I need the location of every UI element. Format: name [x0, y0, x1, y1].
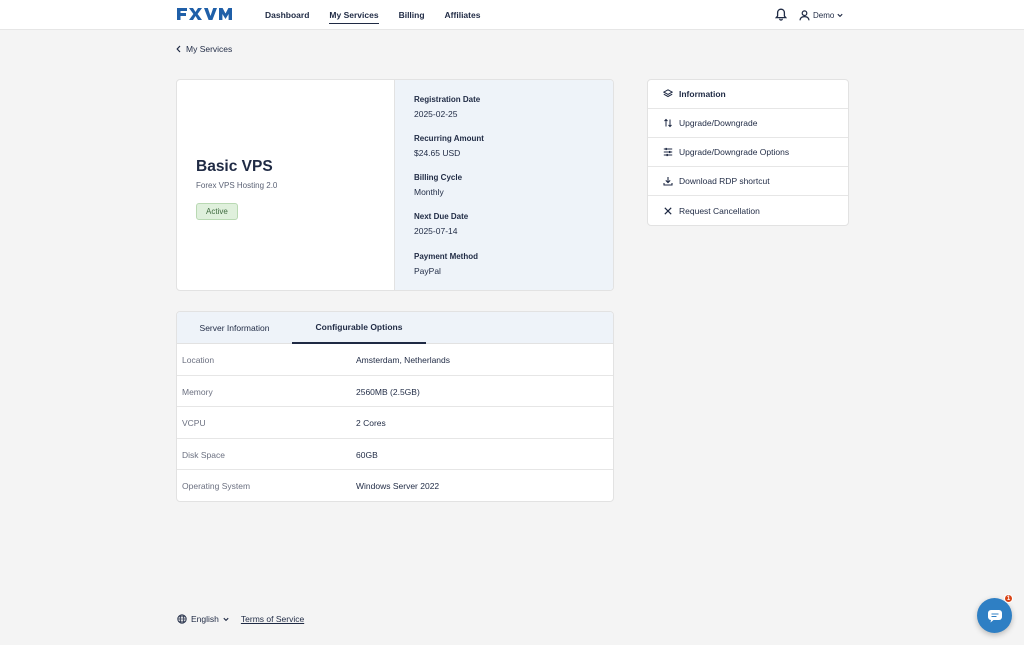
user-menu[interactable]: Demo [799, 8, 843, 22]
tab-configurable-options[interactable]: Configurable Options [292, 312, 426, 344]
chat-launcher-button[interactable] [977, 598, 1012, 633]
chat-unread-badge: 1 [1004, 594, 1013, 603]
download-icon [663, 177, 673, 186]
table-row: VCPU 2 Cores [177, 407, 613, 439]
main-nav: Dashboard My Services Billing Affiliates [265, 0, 500, 30]
configurable-options-table: Location Amsterdam, Netherlands Memory 2… [177, 344, 613, 501]
user-icon [799, 9, 810, 20]
top-navigation-bar: Dashboard My Services Billing Affiliates… [0, 0, 1024, 30]
sidebar-item-upgrade-downgrade[interactable]: Upgrade/Downgrade [648, 109, 848, 138]
page-footer: English Terms of Service [177, 614, 304, 624]
terms-of-service-link[interactable]: Terms of Service [241, 614, 304, 624]
next-due-date-field: Next Due Date 2025-07-14 [414, 212, 469, 236]
back-to-my-services-link[interactable]: My Services [176, 44, 232, 54]
table-row: Operating System Windows Server 2022 [182, 481, 440, 492]
registration-date-field: Registration Date 2025-02-25 [414, 95, 481, 119]
nav-billing[interactable]: Billing [399, 0, 425, 30]
table-row: Memory 2560MB (2.5GB) [177, 376, 613, 408]
brand-logo[interactable] [176, 6, 234, 22]
chevron-left-icon [176, 45, 181, 53]
arrows-updown-icon [664, 118, 672, 128]
nav-affiliates[interactable]: Affiliates [445, 0, 481, 30]
table-row: Location Amsterdam, Netherlands [177, 344, 613, 376]
sidebar-item-information[interactable]: Information [648, 80, 848, 109]
sidebar-item-download-rdp[interactable]: Download RDP shortcut [648, 167, 848, 196]
product-details: Registration Date 2025-02-25 Recurring A… [395, 80, 613, 290]
user-name: Demo [813, 10, 835, 20]
tab-server-information[interactable]: Server Information [177, 312, 292, 344]
product-group: Forex VPS Hosting 2.0 [196, 181, 278, 190]
product-overview: Basic VPS Forex VPS Hosting 2.0 Active [177, 80, 395, 290]
close-icon [664, 206, 672, 215]
table-row: Disk Space 60GB [177, 439, 613, 471]
back-label: My Services [186, 44, 233, 54]
billing-cycle-field: Billing Cycle Monthly [414, 173, 463, 197]
fxvm-logo-icon [177, 8, 232, 20]
service-tabs-panel: Server Information Configurable Options … [176, 311, 614, 502]
language-label: English [191, 614, 219, 624]
globe-icon [177, 614, 187, 624]
chevron-down-icon [223, 617, 229, 621]
nav-my-services[interactable]: My Services [329, 0, 379, 30]
bell-icon[interactable] [774, 8, 788, 21]
recurring-amount-field: Recurring Amount $24.65 USD [414, 134, 484, 158]
service-actions-panel: Information Upgrade/Downgrade Upgrade/Do… [647, 79, 849, 226]
chat-icon [987, 609, 1002, 622]
product-summary-card: Basic VPS Forex VPS Hosting 2.0 Active R… [176, 79, 614, 291]
product-name: Basic VPS [196, 158, 273, 175]
sidebar-item-request-cancellation[interactable]: Request Cancellation [648, 196, 848, 225]
language-selector[interactable]: English [177, 614, 229, 624]
payment-method-field: Payment Method PayPal [414, 252, 479, 276]
sidebar-item-upgrade-downgrade-options[interactable]: Upgrade/Downgrade Options [648, 138, 848, 167]
tab-bar: Server Information Configurable Options [177, 312, 613, 344]
sliders-icon [663, 147, 673, 157]
layers-icon [663, 89, 673, 98]
chevron-down-icon [837, 13, 843, 17]
nav-dashboard[interactable]: Dashboard [265, 0, 309, 30]
status-badge: Active [196, 203, 238, 220]
